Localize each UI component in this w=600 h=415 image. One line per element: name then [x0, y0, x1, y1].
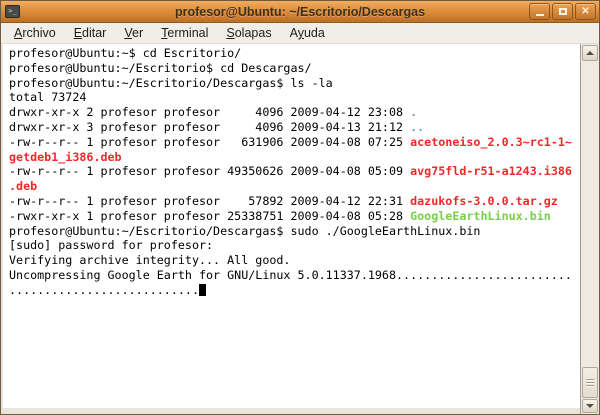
- filename-red: avg75fld-r51-a1243.i386: [410, 164, 572, 178]
- terminal-line: ...........................: [9, 283, 580, 298]
- terminal-line: -rw-r--r-- 1 profesor profesor 49350626 …: [9, 164, 580, 179]
- window-title: profesor@Ubuntu: ~/Escritorio/Descargas: [1, 5, 599, 19]
- terminal-line: drwxr-xr-x 3 profesor profesor 4096 2009…: [9, 120, 580, 135]
- terminal-line: profesor@Ubuntu:~$ cd Escritorio/: [9, 46, 580, 61]
- terminal-screen[interactable]: profesor@Ubuntu:~$ cd Escritorio/profeso…: [3, 44, 580, 408]
- terminal-line: getdeb1_i386.deb: [9, 150, 580, 165]
- menu-item-terminal[interactable]: Terminal: [152, 24, 217, 42]
- filename-blue: .: [410, 105, 417, 119]
- terminal-line: [sudo] password for profesor:: [9, 238, 580, 253]
- terminal-line: Verifying archive integrity... All good.: [9, 253, 580, 268]
- scrollbar-thumb[interactable]: [582, 367, 598, 398]
- grip-icon: [586, 385, 594, 386]
- arrow-up-icon: [586, 51, 594, 55]
- close-icon: ✕: [581, 7, 589, 17]
- terminal-line: -rw-r--r-- 1 profesor profesor 631906 20…: [9, 135, 580, 150]
- menu-item-solapas[interactable]: Solapas: [217, 24, 280, 42]
- filename-red: acetoneiso_2.0.3~rc1-1~: [410, 135, 572, 149]
- titlebar[interactable]: >_ profesor@Ubuntu: ~/Escritorio/Descarg…: [1, 1, 599, 23]
- terminal-line: Uncompressing Google Earth for GNU/Linux…: [9, 268, 580, 283]
- filename-red: dazukofs-3.0.0.tar.gz: [410, 194, 558, 208]
- terminal-cursor: [199, 284, 206, 296]
- scroll-up-button[interactable]: [582, 45, 598, 61]
- terminal-line: -rw-r--r-- 1 profesor profesor 57892 200…: [9, 194, 580, 209]
- terminal-line: .deb: [9, 179, 580, 194]
- close-button[interactable]: ✕: [575, 3, 596, 20]
- terminal-line: profesor@Ubuntu:~/Escritorio$ cd Descarg…: [9, 61, 580, 76]
- terminal-line: profesor@Ubuntu:~/Escritorio/Descargas$ …: [9, 76, 580, 91]
- terminal-line: drwxr-xr-x 2 profesor profesor 4096 2009…: [9, 105, 580, 120]
- filename-red: getdeb1_i386.deb: [9, 150, 122, 164]
- minimize-button[interactable]: [529, 3, 550, 20]
- minimize-icon: [536, 14, 544, 16]
- grip-icon: [586, 379, 594, 380]
- filename-green: GoogleEarthLinux.bin: [410, 209, 551, 223]
- window-controls: ✕: [529, 3, 596, 20]
- terminal-line: profesor@Ubuntu:~/Escritorio/Descargas$ …: [9, 224, 580, 239]
- menu-item-ver[interactable]: Ver: [115, 24, 152, 42]
- menu-item-editar[interactable]: Editar: [65, 24, 116, 42]
- scrollbar[interactable]: [580, 44, 599, 414]
- terminal-line: total 73724: [9, 90, 580, 105]
- menu-item-ayuda[interactable]: Ayuda: [281, 24, 334, 42]
- menubar: ArchivoEditarVerTerminalSolapasAyuda: [1, 23, 599, 44]
- filename-red: .deb: [9, 179, 37, 193]
- filename-blue: ..: [410, 120, 424, 134]
- arrow-down-icon: [586, 404, 594, 408]
- terminal-line: -rwxr-xr-x 1 profesor profesor 25338751 …: [9, 209, 580, 224]
- grip-icon: [586, 382, 594, 383]
- terminal-app-icon[interactable]: >_: [5, 5, 20, 18]
- maximize-icon: [559, 8, 567, 15]
- terminal-frame: profesor@Ubuntu:~$ cd Escritorio/profeso…: [1, 44, 599, 414]
- maximize-button[interactable]: [552, 3, 573, 20]
- terminal-window: >_ profesor@Ubuntu: ~/Escritorio/Descarg…: [0, 0, 600, 415]
- scroll-down-button[interactable]: [582, 399, 598, 413]
- menu-item-archivo[interactable]: Archivo: [5, 24, 65, 42]
